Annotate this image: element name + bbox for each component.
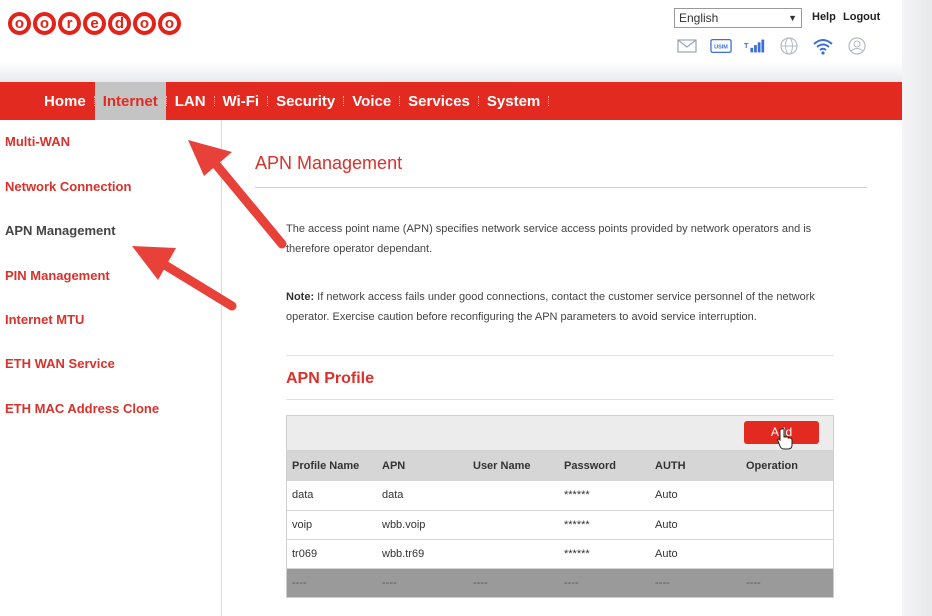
page-gutter xyxy=(902,0,932,616)
sidebar-item-network-connection[interactable]: Network Connection xyxy=(5,179,131,194)
nav-internet[interactable]: Internet xyxy=(94,82,166,120)
signal-icon[interactable]: T xyxy=(744,36,766,56)
sidebar-item-internet-mtu[interactable]: Internet MTU xyxy=(5,312,84,327)
svg-text:T: T xyxy=(744,41,749,50)
chevron-down-icon: ▼ xyxy=(788,13,797,23)
apn-profile-title: APN Profile xyxy=(286,370,375,387)
cell-password: ****** xyxy=(559,510,650,540)
sidebar-item-apn-management[interactable]: APN Management xyxy=(5,223,116,238)
divider xyxy=(286,399,834,400)
language-value: English xyxy=(679,11,719,25)
apn-profile-table: Add Profile Name APN User Name Password … xyxy=(286,415,834,598)
note-body: If network access fails under good conne… xyxy=(286,291,815,323)
apn-table: Profile Name APN User Name Password AUTH… xyxy=(287,450,833,597)
column-header: APN xyxy=(377,450,468,481)
column-header: Profile Name xyxy=(287,450,377,481)
page-title: APN Management xyxy=(255,153,403,173)
nav-system[interactable]: System xyxy=(487,82,540,120)
cell-profile-name: voip xyxy=(287,510,377,540)
cell-user-name xyxy=(468,539,559,569)
nav-lan[interactable]: LAN xyxy=(175,82,206,120)
cell-operation xyxy=(741,539,833,569)
cell-profile-name: data xyxy=(287,481,377,511)
sidebar-item-eth-mac-clone[interactable]: ETH MAC Address Clone xyxy=(5,401,159,416)
cell-password: ****** xyxy=(559,481,650,511)
mail-icon[interactable] xyxy=(676,36,698,56)
wifi-icon[interactable] xyxy=(812,36,834,56)
divider xyxy=(255,187,867,188)
status-icons: USIM T xyxy=(676,36,868,56)
account-icon[interactable] xyxy=(846,36,868,56)
globe-icon[interactable] xyxy=(778,36,800,56)
table-row[interactable]: data data ****** Auto xyxy=(287,481,833,511)
nav-home[interactable]: Home xyxy=(44,82,86,120)
cell-placeholder: ---- xyxy=(377,568,468,597)
description-text: The access point name (APN) specifies ne… xyxy=(286,223,812,255)
usim-icon[interactable]: USIM xyxy=(710,36,732,56)
column-header: Password xyxy=(559,450,650,481)
cell-placeholder: ---- xyxy=(559,568,650,597)
cell-placeholder: ---- xyxy=(287,568,377,597)
sidebar-item-multi-wan[interactable]: Multi-WAN xyxy=(5,134,70,149)
table-toolbar: Add xyxy=(287,416,833,450)
sidebar-item-pin-management[interactable]: PIN Management xyxy=(5,268,110,283)
language-select[interactable]: English ▼ xyxy=(674,8,802,28)
nav-security[interactable]: Security xyxy=(276,82,335,120)
cell-apn: wbb.voip xyxy=(377,510,468,540)
column-header: Operation xyxy=(741,450,833,481)
cell-profile-name: tr069 xyxy=(287,539,377,569)
cell-password: ****** xyxy=(559,539,650,569)
cell-auth: Auto xyxy=(650,481,741,511)
cell-auth: Auto xyxy=(650,510,741,540)
table-row[interactable]: tr069 wbb.tr69 ****** Auto xyxy=(287,539,833,569)
help-link[interactable]: Help xyxy=(812,11,836,23)
divider xyxy=(286,355,834,356)
ooredoo-logo[interactable]: ooredoo xyxy=(8,12,181,35)
cell-placeholder: ---- xyxy=(468,568,559,597)
main-nav: Home Internet LAN Wi-Fi Security Voice S… xyxy=(0,82,902,120)
header: ooredoo English ▼ Help Logout USIM T xyxy=(0,0,932,82)
cell-apn: wbb.tr69 xyxy=(377,539,468,569)
cell-operation xyxy=(741,510,833,540)
cell-user-name xyxy=(468,481,559,511)
table-row-empty[interactable]: ---- ---- ---- ---- ---- ---- xyxy=(287,568,833,597)
table-header-row: Profile Name APN User Name Password AUTH… xyxy=(287,450,833,481)
nav-voice[interactable]: Voice xyxy=(352,82,391,120)
note-text: Note: If network access fails under good… xyxy=(286,287,836,327)
nav-services[interactable]: Services xyxy=(408,82,470,120)
sidebar: Multi-WAN Network Connection APN Managem… xyxy=(0,120,222,616)
note-label: Note: xyxy=(286,291,315,303)
hand-cursor-icon xyxy=(777,428,793,450)
cell-operation xyxy=(741,481,833,511)
cell-apn: data xyxy=(377,481,468,511)
column-header: AUTH xyxy=(650,450,741,481)
main-content: APN Management The access point name (AP… xyxy=(222,120,902,616)
sidebar-item-eth-wan-service[interactable]: ETH WAN Service xyxy=(5,356,115,371)
table-row[interactable]: voip wbb.voip ****** Auto xyxy=(287,510,833,540)
svg-text:USIM: USIM xyxy=(714,45,728,51)
cell-placeholder: ---- xyxy=(741,568,833,597)
nav-wifi[interactable]: Wi-Fi xyxy=(223,82,260,120)
cell-auth: Auto xyxy=(650,539,741,569)
column-header: User Name xyxy=(468,450,559,481)
cell-placeholder: ---- xyxy=(650,568,741,597)
logout-link[interactable]: Logout xyxy=(843,11,880,23)
cell-user-name xyxy=(468,510,559,540)
